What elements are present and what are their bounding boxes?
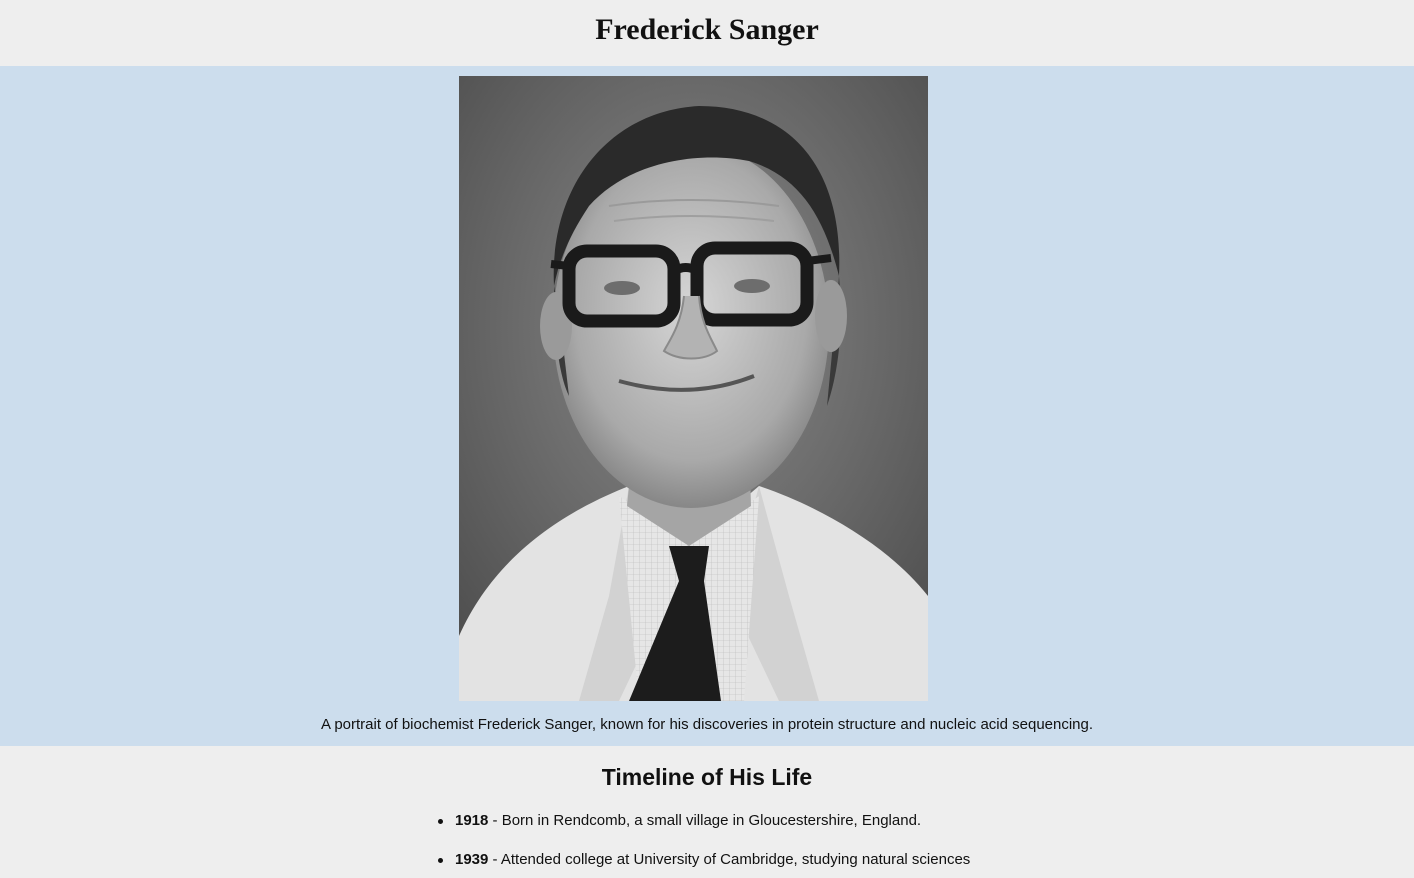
- timeline-text: - Born in Rendcomb, a small village in G…: [488, 812, 922, 829]
- portrait-caption: A portrait of biochemist Frederick Sange…: [320, 716, 1094, 733]
- portrait-section: A portrait of biochemist Frederick Sange…: [0, 66, 1414, 746]
- timeline-section: Timeline of His Life 1918 - Born in Rend…: [0, 746, 1414, 868]
- page-header: Frederick Sanger: [0, 0, 1414, 66]
- timeline-item: 1918 - Born in Rendcomb, a small village…: [437, 812, 922, 829]
- timeline-heading: Timeline of His Life: [601, 764, 813, 790]
- timeline-year: 1939: [455, 851, 489, 868]
- page-title: Frederick Sanger: [595, 13, 819, 46]
- timeline-item: 1939 - Attended college at University of…: [437, 851, 971, 868]
- portrait-photo: [459, 76, 928, 701]
- timeline-text: - Attended college at University of Camb…: [488, 851, 971, 868]
- timeline-year: 1918: [455, 812, 489, 829]
